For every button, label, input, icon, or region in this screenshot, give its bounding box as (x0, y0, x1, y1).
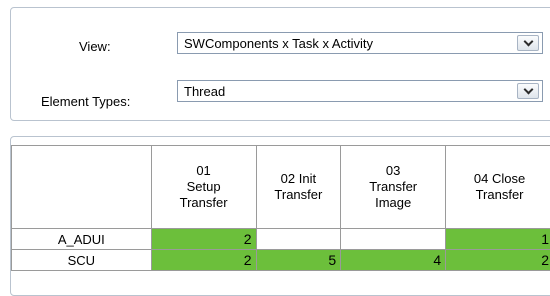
table-row: SCU 2 5 4 2 (12, 250, 550, 271)
header-row: 01 Setup Transfer 02 Init Transfer 03 Tr… (12, 146, 550, 229)
corner-cell (12, 146, 152, 229)
view-select-value: SWComponents x Task x Activity (184, 36, 373, 51)
row-header[interactable]: A_ADUI (12, 229, 152, 250)
matrix-cell[interactable]: 2 (151, 250, 256, 271)
filter-panel: View: SWComponents x Task x Activity Ele… (10, 7, 550, 121)
chevron-down-icon[interactable] (517, 35, 539, 51)
matrix-cell[interactable]: 2 (446, 250, 550, 271)
column-header[interactable]: 04 Close Transfer (446, 146, 550, 229)
matrix-cell[interactable]: 1 (446, 229, 550, 250)
matrix-cell[interactable]: 2 (151, 229, 256, 250)
element-types-label: Element Types: (41, 94, 130, 109)
view-select[interactable]: SWComponents x Task x Activity (177, 32, 543, 54)
column-header[interactable]: 01 Setup Transfer (151, 146, 256, 229)
activity-matrix: 01 Setup Transfer 02 Init Transfer 03 Tr… (11, 145, 550, 271)
column-header[interactable]: 03 Transfer Image (341, 146, 446, 229)
view-label: View: (79, 39, 111, 54)
matrix-cell[interactable]: 4 (341, 250, 446, 271)
matrix-panel: 01 Setup Transfer 02 Init Transfer 03 Tr… (10, 136, 550, 296)
matrix-cell[interactable]: 5 (256, 250, 341, 271)
chevron-down-icon[interactable] (517, 83, 539, 99)
table-row: A_ADUI 2 1 (12, 229, 550, 250)
element-types-select-value: Thread (184, 84, 225, 99)
column-header[interactable]: 02 Init Transfer (256, 146, 341, 229)
matrix-cell[interactable] (341, 229, 446, 250)
matrix-cell[interactable] (256, 229, 341, 250)
element-types-select[interactable]: Thread (177, 80, 543, 102)
row-header[interactable]: SCU (12, 250, 152, 271)
